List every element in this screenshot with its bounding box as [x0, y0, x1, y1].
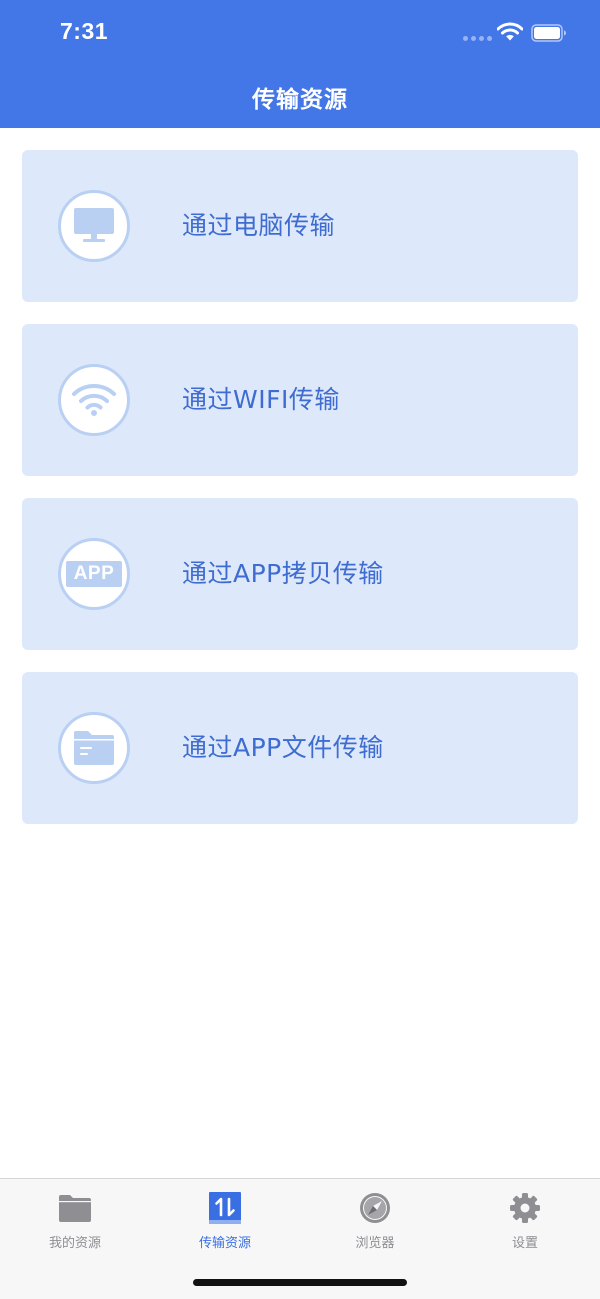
tab-label: 传输资源: [198, 1236, 251, 1251]
tab-label: 我的资源: [48, 1236, 101, 1251]
wifi-icon-circle: [58, 364, 130, 436]
option-label: 通过WIFI传输: [182, 385, 340, 414]
computer-icon: [74, 208, 114, 242]
status-bar: 7:31: [0, 0, 600, 66]
wifi-icon: [72, 384, 116, 416]
tab-browser[interactable]: 浏览器: [300, 1179, 450, 1259]
page-title: 传输资源: [252, 87, 348, 113]
app-icon: APP: [66, 561, 122, 587]
tab-my-resources[interactable]: 我的资源: [0, 1179, 150, 1259]
option-label: 通过APP文件传输: [182, 733, 384, 762]
computer-icon-circle: [58, 190, 130, 262]
option-label: 通过APP拷贝传输: [182, 559, 384, 588]
app-icon-circle: APP: [58, 538, 130, 610]
option-app-copy-transfer[interactable]: APP 通过APP拷贝传输: [22, 498, 578, 650]
home-indicator[interactable]: [193, 1279, 407, 1286]
tab-label: 设置: [511, 1236, 538, 1251]
tab-transfer-resources[interactable]: 传输资源: [150, 1179, 300, 1259]
option-app-file-transfer[interactable]: 通过APP文件传输: [22, 672, 578, 824]
tab-label: 浏览器: [355, 1236, 395, 1251]
battery-icon: [531, 24, 566, 42]
tab-settings[interactable]: 设置: [450, 1179, 600, 1259]
option-label: 通过电脑传输: [182, 211, 336, 240]
signal-icon: [463, 36, 492, 41]
app-icon-text: APP: [73, 563, 115, 584]
option-wifi-transfer[interactable]: 通过WIFI传输: [22, 324, 578, 476]
folder-icon-circle: [58, 712, 130, 784]
gear-icon: [510, 1193, 540, 1223]
status-time: 7:31: [60, 18, 109, 44]
folder-icon: [74, 731, 114, 765]
option-computer-transfer[interactable]: 通过电脑传输: [22, 150, 578, 302]
transfer-icon: [209, 1192, 241, 1224]
folder-icon: [59, 1195, 91, 1222]
screen: 7:31 传输资源 通过电脑传输 通过WIFI传输 APP 通过APP拷贝传输 …: [0, 0, 600, 1299]
wifi-status-icon: [497, 22, 523, 41]
compass-icon: [360, 1193, 390, 1223]
header: 7:31 传输资源: [0, 0, 600, 128]
